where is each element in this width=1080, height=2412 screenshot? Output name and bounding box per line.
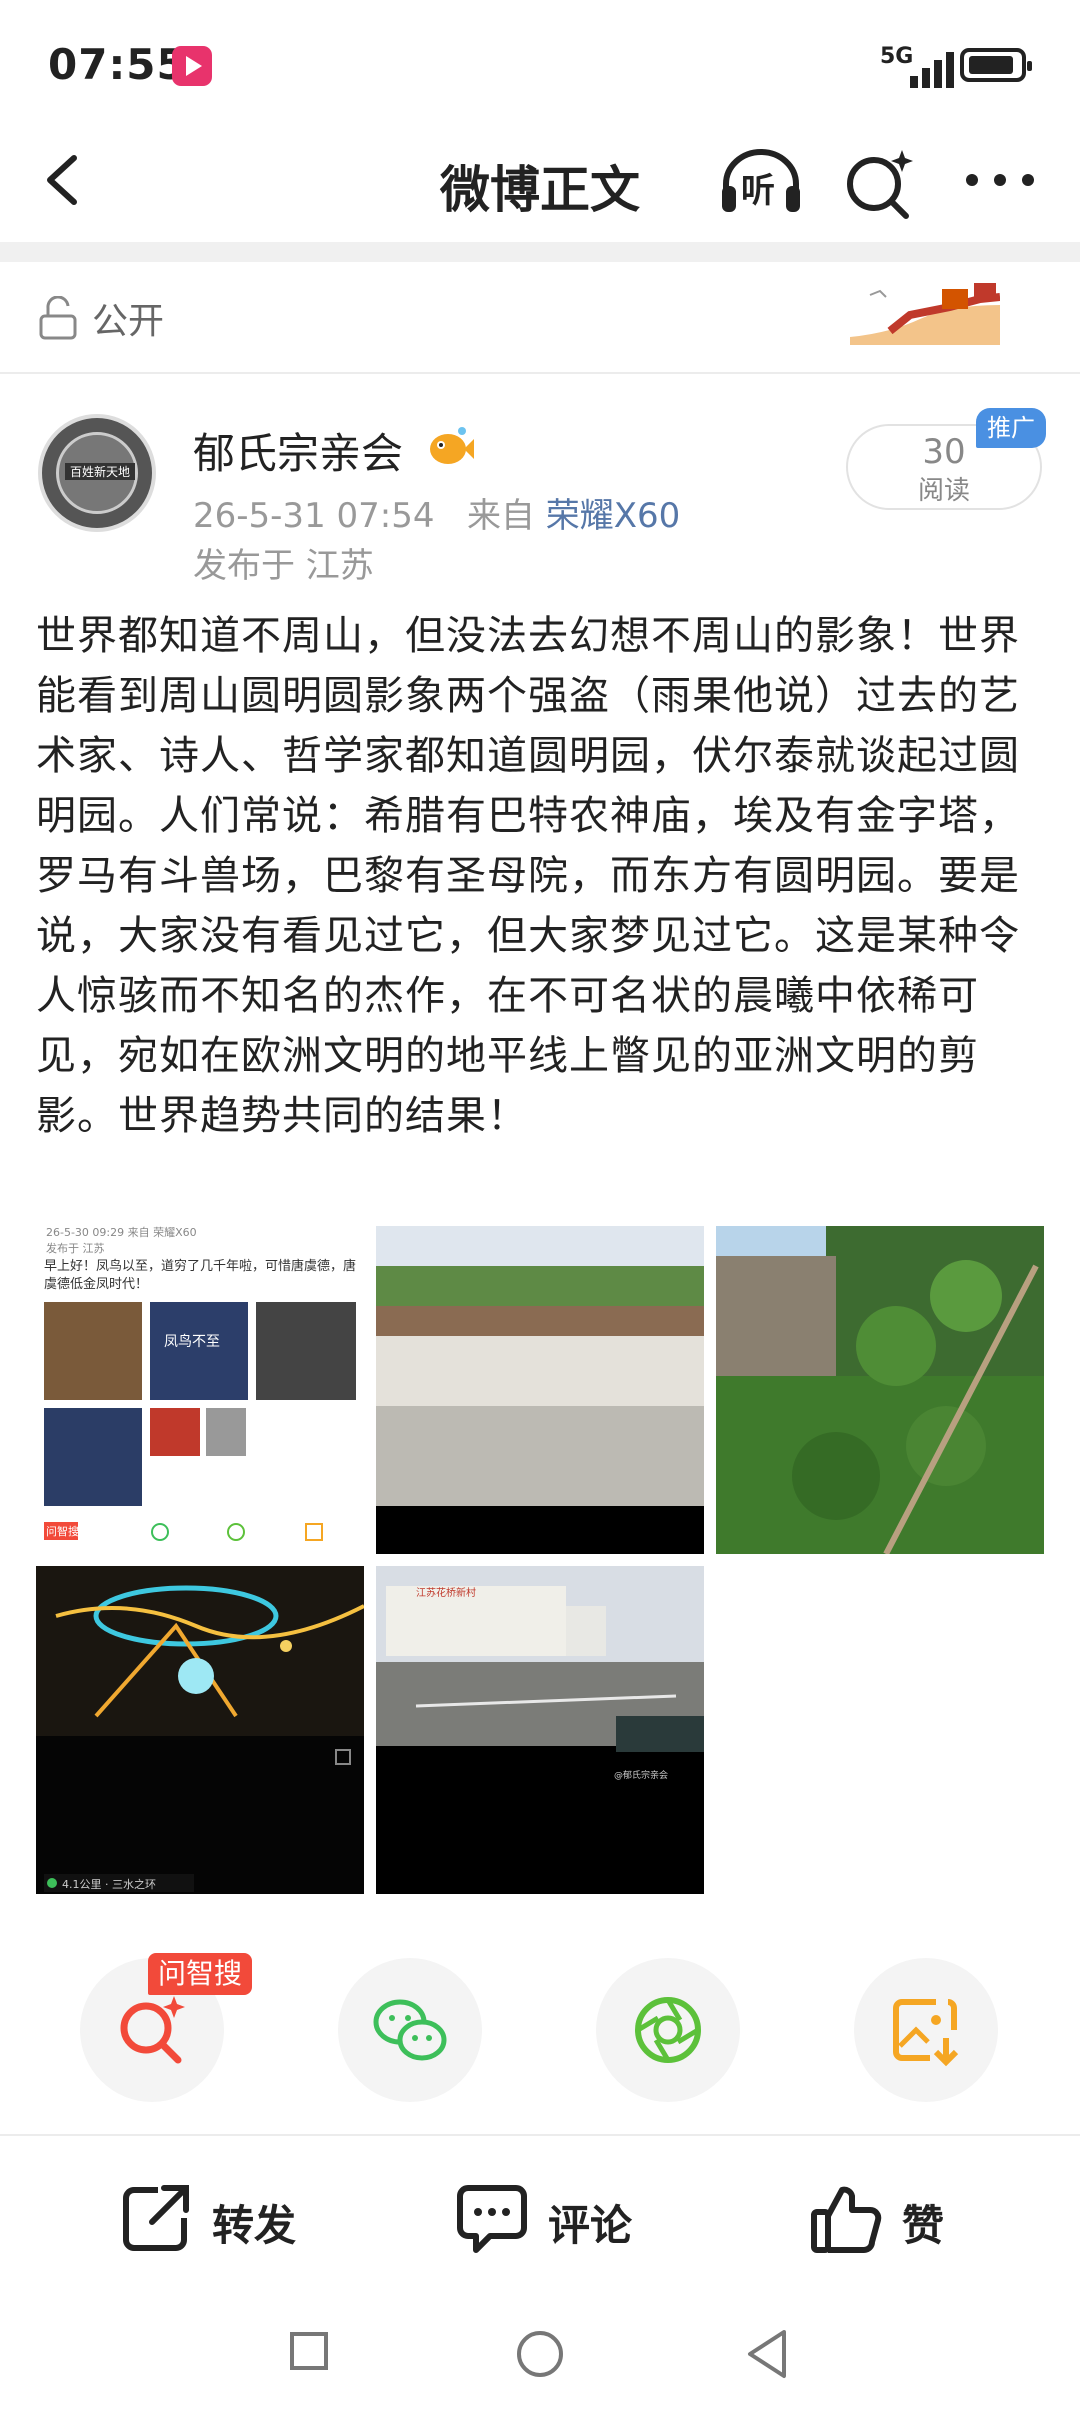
status-time: 07:55: [48, 40, 187, 89]
avatar-text: 百姓新天地: [65, 463, 135, 480]
img1-tag: 问智搜: [46, 1524, 79, 1538]
post-meta: 26-5-31 07:54 来自 荣耀X60: [193, 488, 680, 537]
great-wall-decoration-icon: [850, 283, 1000, 345]
post-time: 26-5-31 07:54: [193, 496, 435, 536]
img1-meta: 26-5-30 09:29 来自 荣耀X60: [46, 1226, 197, 1239]
promo-badge: 推广: [976, 408, 1046, 448]
avatar[interactable]: 百姓新天地: [38, 414, 156, 532]
ai-search-icon[interactable]: [840, 144, 920, 224]
unlock-icon: [39, 296, 77, 340]
system-back-icon[interactable]: [744, 2328, 790, 2380]
ai-search-icon: [120, 1996, 185, 2064]
comment-icon: [457, 2185, 527, 2253]
section-divider: [0, 242, 1080, 262]
wechat-icon: [373, 1999, 447, 2061]
screen-record-icon: [172, 46, 212, 86]
post-body: 世界都知道不周山，但没法去幻想不周山的影象！世界能看到周山圆明圆影象两个强盗（雨…: [36, 613, 1020, 1139]
bottom-divider: [0, 2134, 1080, 2136]
save-image-button[interactable]: [854, 1958, 998, 2102]
member-fish-icon[interactable]: [426, 423, 474, 471]
signal-icon: [910, 42, 964, 88]
avatar-seal: 百姓新天地: [56, 432, 138, 514]
post-image-2[interactable]: [376, 1226, 704, 1554]
visibility-label: 公开: [92, 301, 165, 342]
share-wechat-button[interactable]: [338, 1958, 482, 2102]
recent-apps-button[interactable]: [290, 2332, 328, 2370]
img5-watermark: @郁氏宗亲会: [614, 1769, 668, 1781]
zhisou-badge: 问智搜: [148, 1953, 253, 1995]
img1-text: 早上好！凤鸟以至，道穷了几千年啦，可惜唐虞德，唐虞德低金凤时代！: [44, 1259, 356, 1292]
home-button[interactable]: [517, 2331, 563, 2377]
share-moments-button[interactable]: [596, 1958, 740, 2102]
more-icon[interactable]: [960, 150, 1040, 210]
device-link[interactable]: 荣耀X60: [546, 496, 681, 536]
moments-icon: [635, 1997, 701, 2063]
author-name[interactable]: 郁氏宗亲会: [193, 420, 403, 481]
read-label: 阅读: [917, 476, 970, 506]
post-image-4[interactable]: 4.1公里 · 三水之环: [36, 1566, 364, 1894]
repost-icon: [123, 2185, 189, 2251]
img1-meta2: 发布于 江苏: [46, 1241, 105, 1255]
img1-caption: 凤鸟不至: [164, 1334, 220, 1350]
repost-label: 转发: [212, 2201, 297, 2250]
img4-location: 4.1公里 · 三水之环: [62, 1877, 156, 1891]
post-location: 发布于 江苏: [193, 546, 374, 586]
post-image-3[interactable]: [716, 1226, 1044, 1554]
comment-label: 评论: [548, 2201, 633, 2250]
battery-icon: [960, 48, 1032, 82]
thumbs-up-icon: [811, 2186, 882, 2253]
img5-sign: 江苏花桥新村: [416, 1586, 476, 1599]
like-label: 赞: [902, 2201, 945, 2250]
status-bar: 07:55 5G: [0, 0, 1080, 120]
save-image-icon: [893, 1999, 959, 2067]
post-image-5[interactable]: 江苏花桥新村 @郁氏宗亲会: [376, 1566, 704, 1894]
post-image-1[interactable]: 26-5-30 09:29 来自 荣耀X60 发布于 江苏 早上好！凤鸟以至，道…: [36, 1226, 364, 1554]
network-type: 5G: [880, 44, 914, 69]
source-prefix: 来自: [466, 496, 535, 536]
listen-label: 听: [741, 171, 775, 211]
